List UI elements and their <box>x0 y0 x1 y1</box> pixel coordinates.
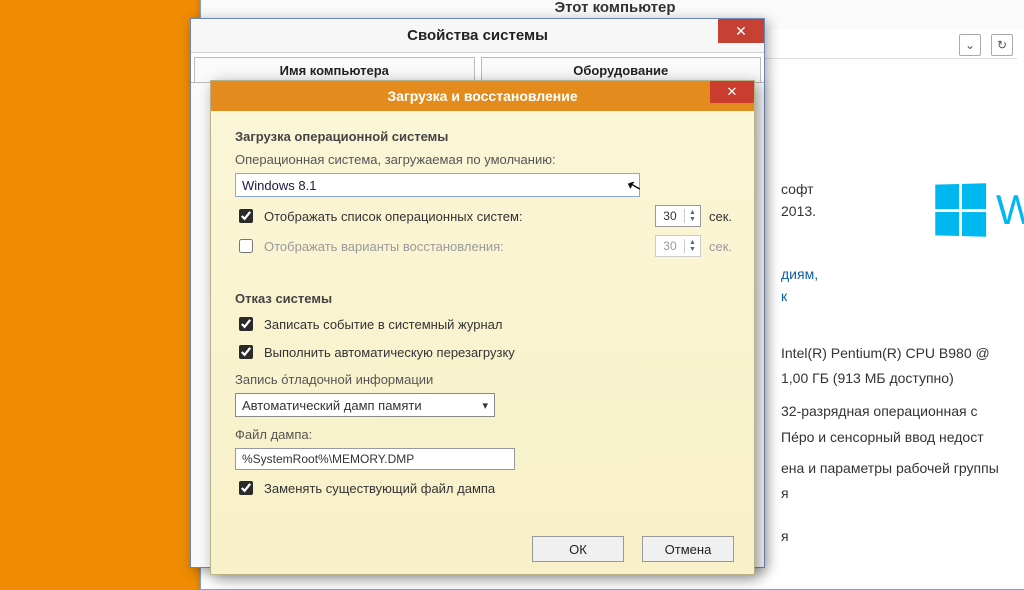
checkbox-show-os-list[interactable] <box>239 209 253 223</box>
tab-hardware[interactable]: Оборудование <box>481 57 762 82</box>
label-default-os: Операционная система, загружаемая по умо… <box>235 152 732 167</box>
checkbox-auto-reboot[interactable] <box>239 345 253 359</box>
checkbox-show-recovery[interactable] <box>239 239 253 253</box>
recovery-timeout-spinner[interactable]: 30 ▲▼ <box>655 235 701 257</box>
dump-type-select[interactable]: Автоматический дамп памяти ▾ <box>235 393 495 417</box>
system-info: Intel(R) Pentium(R) CPU B980 @ 1,00 ГБ (… <box>781 341 999 549</box>
dump-file-input[interactable]: %SystemRoot%\MEMORY.DMP <box>235 448 515 470</box>
label-auto-reboot: Выполнить автоматическую перезагрузку <box>264 345 732 360</box>
section-boot-title: Загрузка операционной системы <box>235 129 732 144</box>
path-dropdown[interactable]: ⌄ <box>959 34 981 56</box>
label-write-log: Записать событие в системный журнал <box>264 317 732 332</box>
tab-computer-name[interactable]: Имя компьютера <box>194 57 475 82</box>
default-os-select[interactable]: Windows 8.1 ▾ ↖ <box>235 173 640 197</box>
checkbox-overwrite-dump[interactable] <box>239 481 253 495</box>
checkbox-write-log[interactable] <box>239 317 253 331</box>
dump-type-value: Автоматический дамп памяти <box>242 398 422 413</box>
windows-logo: Wi <box>934 184 1024 236</box>
explorer-window-title: Этот компьютер <box>201 0 1024 16</box>
section-failure-title: Отказ системы <box>235 291 732 306</box>
refresh-icon[interactable]: ↻ <box>991 34 1013 56</box>
sysprops-close-button[interactable]: ✕ <box>718 19 764 43</box>
chevron-down-icon: ▾ <box>482 399 488 412</box>
boot-recovery-dialog: Загрузка и восстановление ✕ Загрузка опе… <box>210 80 755 575</box>
os-list-timeout-spinner[interactable]: 30 ▲▼ <box>655 205 701 227</box>
label-dump-file: Файл дампа: <box>235 427 732 442</box>
dialog-close-button[interactable]: ✕ <box>710 81 754 103</box>
chevron-down-icon: ▾ <box>627 179 633 192</box>
ok-button[interactable]: ОК <box>532 536 624 562</box>
default-os-value: Windows 8.1 <box>242 178 316 193</box>
sysprops-title: Свойства системы <box>407 27 548 44</box>
label-overwrite-dump: Заменять существующий файл дампа <box>264 481 732 496</box>
cancel-button[interactable]: Отмена <box>642 536 734 562</box>
label-show-os-list: Отображать список операционных систем: <box>264 209 647 224</box>
label-debug-info: Запись о́тладочной информации <box>235 372 732 387</box>
label-show-recovery: Отображать варианты восстановления: <box>264 239 647 254</box>
dialog-title: Загрузка и восстановление <box>387 88 577 104</box>
